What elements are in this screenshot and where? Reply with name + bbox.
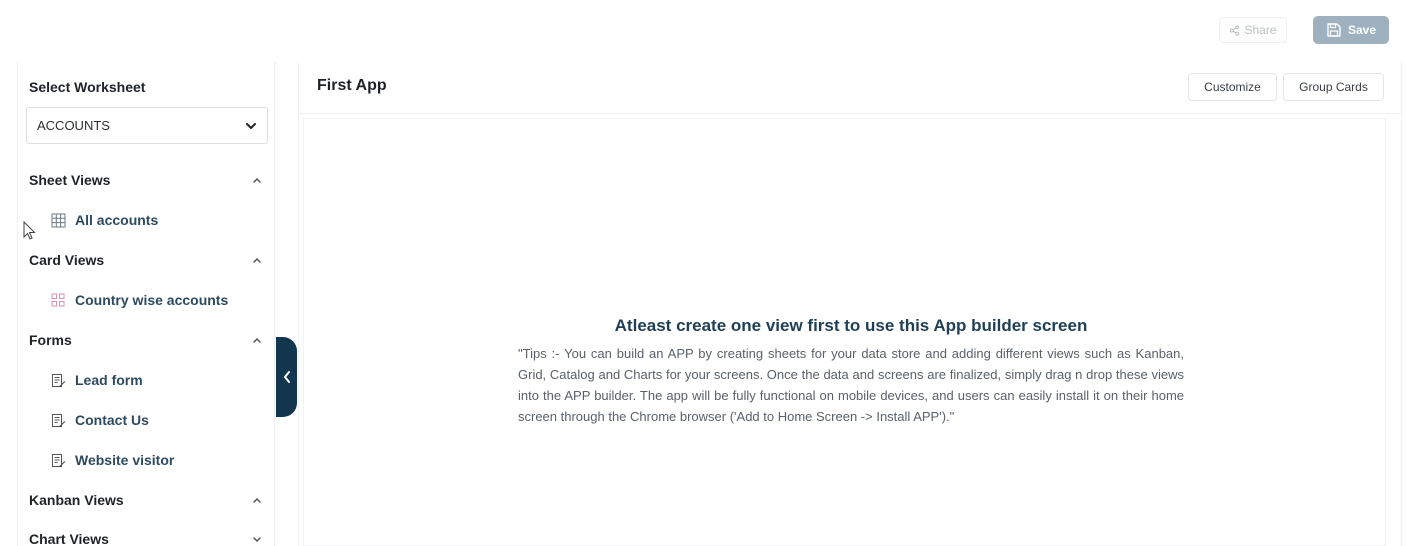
worksheet-sidebar: Select Worksheet ACCOUNTS Sheet Views Al… — [17, 62, 275, 546]
collapse-sidebar-toggle[interactable] — [276, 337, 297, 417]
section-label: Chart Views — [29, 531, 109, 546]
item-label: Lead form — [75, 372, 143, 388]
chevron-up-icon[interactable] — [251, 334, 263, 346]
customize-button[interactable]: Customize — [1188, 73, 1277, 101]
chevron-down-icon — [246, 122, 256, 129]
page-title: First App — [317, 77, 387, 94]
share-button[interactable]: Share — [1219, 17, 1287, 43]
section-label: Kanban Views — [29, 492, 124, 508]
save-button[interactable]: Save — [1313, 16, 1389, 44]
chevron-left-icon — [283, 371, 290, 383]
chevron-down-icon[interactable] — [251, 533, 263, 545]
sidebar-item-lead-form[interactable]: Lead form — [50, 370, 143, 390]
empty-state-title: Atleast create one view first to use thi… — [614, 316, 1088, 335]
sidebar-item-country-wise-accounts[interactable]: Country wise accounts — [50, 290, 228, 310]
sidebar-item-contact-us[interactable]: Contact Us — [50, 410, 149, 430]
item-label: Contact Us — [75, 412, 149, 428]
item-label: All accounts — [75, 212, 159, 228]
section-forms[interactable]: Forms — [29, 330, 263, 350]
worksheet-selected-value: ACCOUNTS — [37, 118, 110, 133]
group-cards-button[interactable]: Group Cards — [1283, 73, 1384, 101]
section-label: Sheet Views — [29, 172, 111, 188]
chevron-up-icon[interactable] — [251, 174, 263, 186]
section-chart-views[interactable]: Chart Views — [29, 529, 263, 546]
section-label: Forms — [29, 332, 72, 348]
select-worksheet-heading: Select Worksheet — [29, 79, 146, 95]
item-label: Country wise accounts — [75, 292, 229, 308]
form-edit-icon — [50, 412, 66, 428]
sidebar-item-website-visitor[interactable]: Website visitor — [50, 450, 174, 470]
grid-table-icon — [50, 212, 66, 228]
section-kanban-views[interactable]: Kanban Views — [29, 490, 263, 510]
floppy-disk-icon — [1327, 23, 1341, 37]
share-icon — [1230, 24, 1240, 36]
form-edit-icon — [50, 372, 66, 388]
mouse-pointer-icon — [23, 221, 36, 240]
empty-state-tips: "Tips :- You can build an APP by creatin… — [518, 346, 1184, 424]
sidebar-item-all-accounts[interactable]: All accounts — [50, 210, 158, 230]
section-card-views[interactable]: Card Views — [29, 250, 263, 270]
chevron-up-icon[interactable] — [251, 494, 263, 506]
save-label: Save — [1347, 23, 1377, 37]
section-label: Card Views — [29, 252, 105, 268]
app-builder-header: First App Customize Group Cards — [299, 62, 1403, 114]
item-label: Website visitor — [75, 452, 175, 468]
section-sheet-views[interactable]: Sheet Views — [29, 170, 263, 190]
form-edit-icon — [50, 452, 66, 468]
chevron-up-icon[interactable] — [251, 254, 263, 266]
worksheet-select[interactable]: ACCOUNTS — [26, 107, 268, 144]
top-bar: Share Save — [0, 0, 1406, 62]
app-builder-panel: First App Customize Group Cards Atleast … — [298, 62, 1403, 546]
cards-grid-icon — [50, 292, 66, 308]
share-label: Share — [1244, 23, 1277, 37]
